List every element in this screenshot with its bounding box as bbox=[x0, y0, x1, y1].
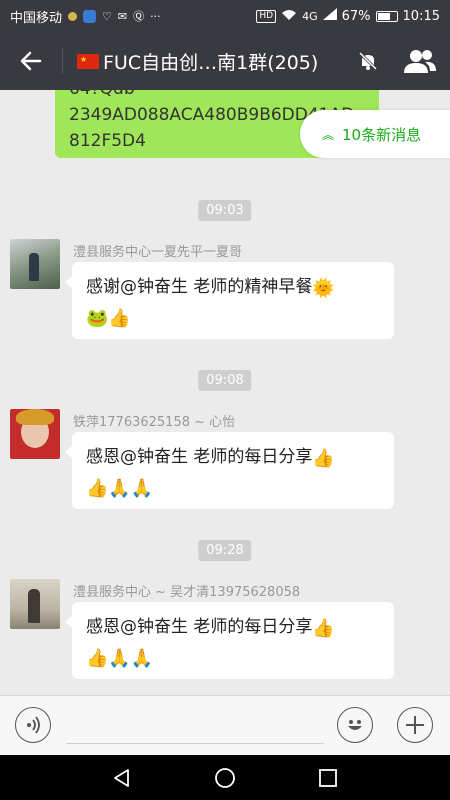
avatar[interactable] bbox=[10, 579, 60, 629]
clock: 10:15 bbox=[402, 8, 440, 24]
message-text: 感谢@钟奋生 老师的精神早餐 bbox=[86, 277, 313, 297]
message-text: 感恩@钟奋生 老师的每日分享 bbox=[86, 617, 313, 637]
voice-button[interactable] bbox=[15, 707, 51, 743]
voice-icon bbox=[27, 716, 40, 734]
new-messages-button[interactable]: ︽ 10条新消息 bbox=[300, 110, 450, 158]
app-notification-icon bbox=[83, 9, 97, 23]
signal-bars-icon bbox=[322, 8, 337, 24]
carrier-label: 中国移动 bbox=[10, 10, 63, 26]
sender-name: 铁萍17763625158 ~ 心怡 bbox=[73, 415, 236, 430]
frog-thumbs-up-emoji-icon: 🐸👍 bbox=[86, 308, 131, 329]
arrow-left-icon bbox=[20, 51, 42, 71]
input-bar bbox=[0, 695, 450, 755]
shield-icon: ♡ bbox=[102, 9, 112, 23]
wifi-icon bbox=[281, 9, 297, 24]
nav-home-icon[interactable] bbox=[214, 767, 236, 789]
chat-title: FUC自由创…南1群(205) bbox=[103, 51, 319, 74]
china-flag-icon bbox=[77, 53, 99, 69]
thumbs-up-emoji-icon: 👍 bbox=[312, 448, 335, 469]
double-chevron-up-icon: ︽ bbox=[322, 127, 335, 142]
avatar[interactable] bbox=[10, 239, 60, 289]
more-actions-button[interactable] bbox=[397, 707, 433, 743]
message-bubble[interactable]: 感恩@钟奋生 老师的每日分享👍 👍🙏🙏 bbox=[65, 602, 394, 679]
message-bubble[interactable]: 感恩@钟奋生 老师的每日分享👍 👍🙏🙏 bbox=[65, 432, 394, 509]
sun-emoji-icon: 🌞 bbox=[312, 278, 335, 299]
more-dots-icon: ··· bbox=[150, 9, 161, 23]
sender-name: 澧县服务中心 ~ 吴才清13975628058 bbox=[73, 585, 301, 600]
avatar[interactable] bbox=[10, 409, 60, 459]
message-text: 64?Qdb bbox=[69, 90, 365, 102]
chat-header: FUC自由创…南1群(205) bbox=[0, 32, 450, 90]
system-nav-bar bbox=[0, 755, 450, 800]
chat-info-button[interactable] bbox=[390, 32, 450, 90]
message-bubble[interactable]: 感谢@钟奋生 老师的精神早餐🌞 🐸👍 bbox=[65, 262, 394, 339]
timestamp: 09:28 bbox=[198, 540, 252, 561]
battery-icon bbox=[375, 10, 398, 22]
nav-recents-icon[interactable] bbox=[317, 767, 339, 789]
hd-icon: HD bbox=[256, 9, 277, 23]
sender-name: 澧县服务中心一夏先平一夏哥 bbox=[73, 245, 243, 260]
status-bar: 中国移动 ♡ ✉ Ⓠ ··· HD 4G 67% 10:15 bbox=[0, 0, 450, 32]
group-icon bbox=[404, 50, 436, 73]
notification-dot-icon bbox=[68, 11, 78, 21]
thumbs-up-pray-emoji-icon: 👍🙏🙏 bbox=[86, 648, 154, 669]
bell-off-icon bbox=[358, 51, 378, 71]
battery-percent: 67% bbox=[341, 8, 371, 24]
message-input[interactable] bbox=[66, 710, 324, 744]
new-messages-label: 10条新消息 bbox=[342, 125, 422, 144]
timestamp: 09:08 bbox=[198, 370, 252, 391]
thumbs-up-emoji-icon: 👍 bbox=[312, 618, 335, 639]
shield-icon: ✉ bbox=[117, 9, 128, 23]
header-divider bbox=[62, 48, 63, 74]
back-button[interactable] bbox=[0, 32, 62, 90]
message-text: 感恩@钟奋生 老师的每日分享 bbox=[86, 447, 313, 467]
nav-back-icon[interactable] bbox=[111, 767, 133, 789]
timestamp: 09:03 bbox=[198, 200, 252, 221]
chat-messages-area[interactable]: 64?Qdb 2349AD088ACA480B9B6DD41AD 812F5D4… bbox=[0, 90, 450, 695]
thumbs-up-pray-emoji-icon: 👍🙏🙏 bbox=[86, 478, 154, 499]
smiley-icon bbox=[348, 720, 362, 730]
emoji-button[interactable] bbox=[337, 707, 373, 743]
q-app-icon: Ⓠ bbox=[133, 10, 145, 23]
mute-indicator bbox=[346, 32, 390, 90]
signal-type: 4G bbox=[302, 9, 318, 23]
plus-icon bbox=[406, 716, 424, 734]
